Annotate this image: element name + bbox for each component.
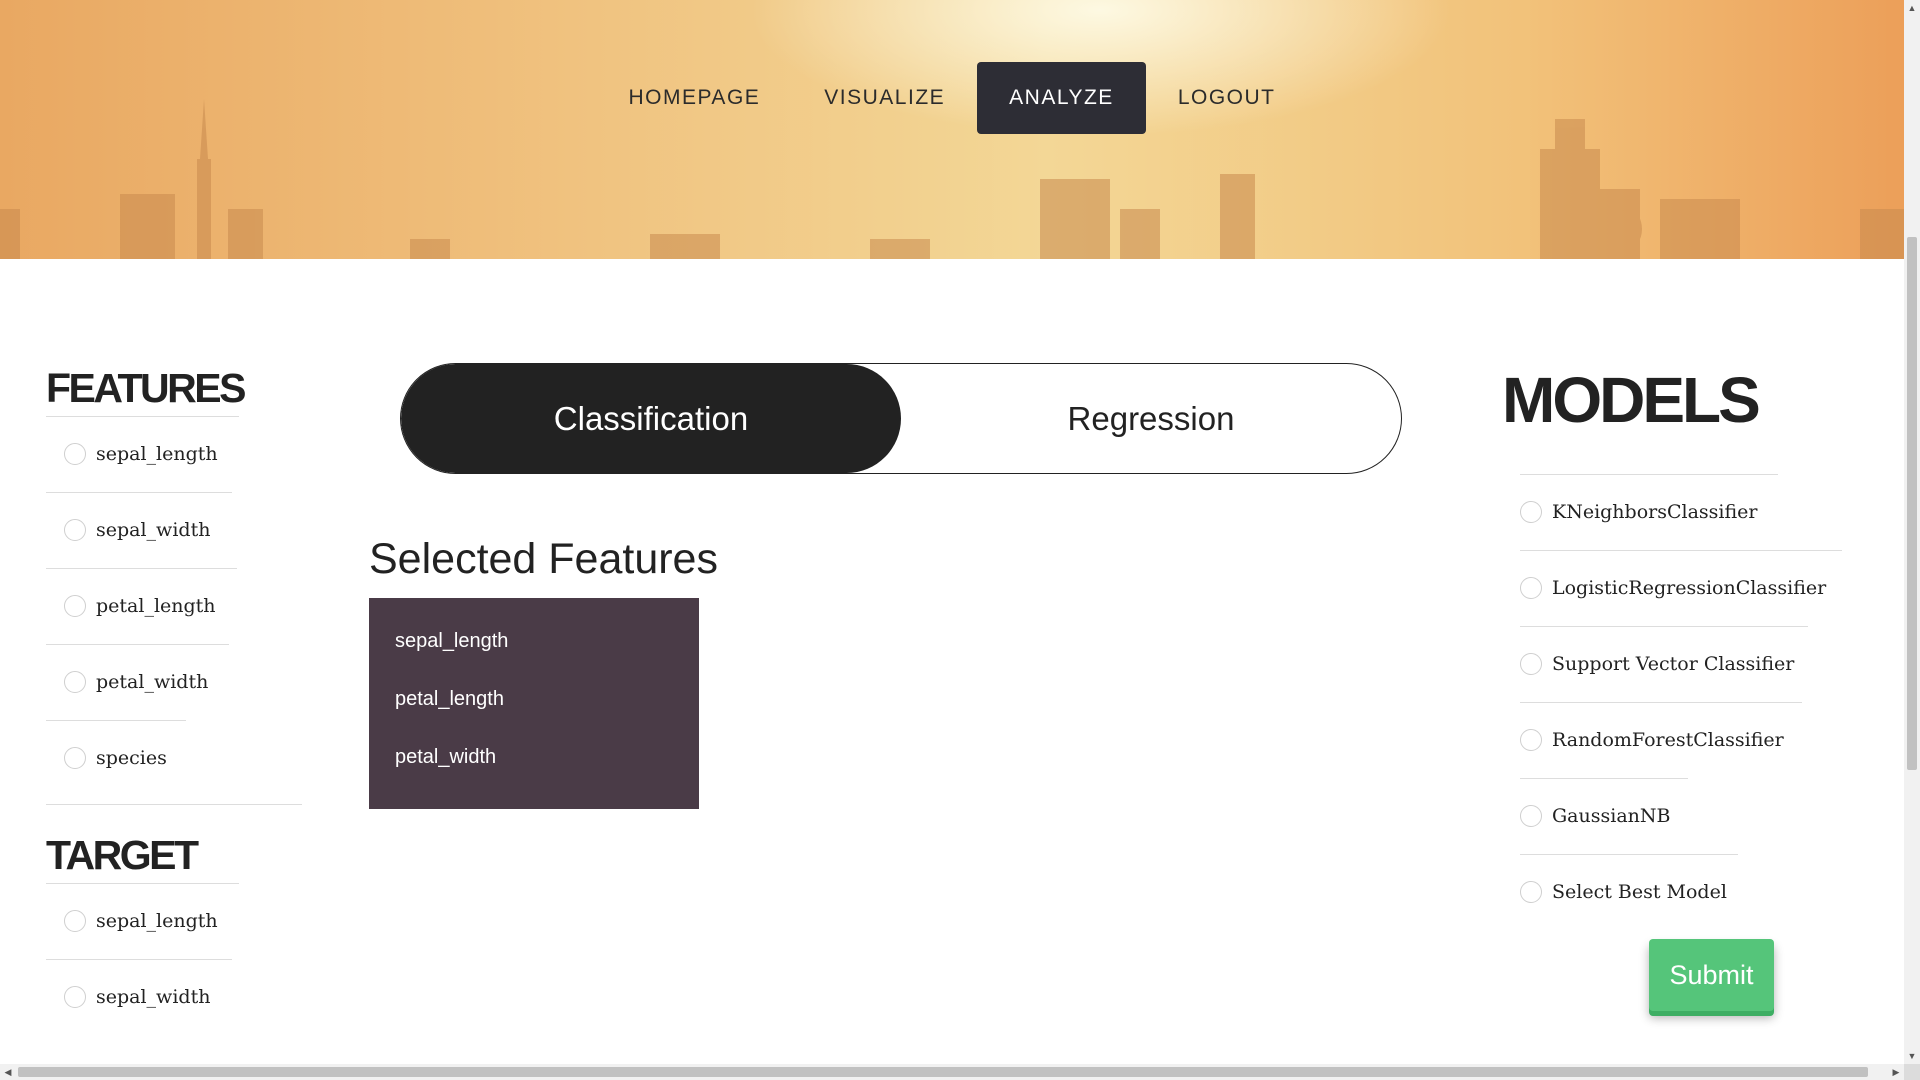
scroll-up-arrow-icon[interactable]: ▲ [1904,0,1920,16]
radio-button[interactable] [64,671,86,693]
radio-button[interactable] [1520,729,1542,751]
radio-button[interactable] [1520,577,1542,599]
selected-feature-item: sepal_length [395,630,509,652]
selected-feature-item: petal_width [395,746,497,768]
feature-option[interactable]: petal_width [46,644,306,720]
radio-button[interactable] [1520,881,1542,903]
target-list: sepal_length sepal_width [46,883,306,1035]
model-label: KNeighborsClassifier [1552,501,1758,523]
feature-option[interactable]: sepal_width [46,492,306,568]
model-label: GaussianNB [1552,805,1671,827]
feature-label: petal_width [96,671,209,693]
horizontal-scrollbar[interactable]: ◀ ▶ [0,1064,1904,1080]
radio-button[interactable] [64,519,86,541]
radio-button[interactable] [64,910,86,932]
scroll-left-arrow-icon[interactable]: ◀ [0,1064,16,1080]
nav-visualize[interactable]: VISUALIZE [792,62,977,134]
nav-analyze[interactable]: ANALYZE [977,62,1146,134]
target-option[interactable]: sepal_width [46,959,306,1035]
model-label: Select Best Model [1552,881,1727,903]
vertical-scrollbar[interactable]: ▲ ▼ [1904,0,1920,1064]
model-option[interactable]: LogisticRegressionClassifier [1520,550,1882,626]
target-label: sepal_width [96,986,211,1008]
model-label: LogisticRegressionClassifier [1552,577,1827,599]
radio-button[interactable] [64,443,86,465]
scroll-right-arrow-icon[interactable]: ▶ [1888,1064,1904,1080]
divider [46,804,302,805]
radio-button[interactable] [1520,805,1542,827]
submit-button[interactable]: Submit [1649,939,1774,1011]
features-list: sepal_length sepal_width petal_length pe… [46,416,306,796]
scroll-thumb[interactable] [1907,237,1917,770]
models-panel: MODELS KNeighborsClassifier LogisticRegr… [1502,360,1882,930]
radio-button[interactable] [1520,501,1542,523]
left-sidebar: FEATURES sepal_length sepal_width petal_… [46,360,306,1035]
scroll-down-arrow-icon[interactable]: ▼ [1904,1048,1920,1064]
nav-logout[interactable]: LOGOUT [1146,62,1308,134]
radio-button[interactable] [1520,653,1542,675]
selected-feature-item: petal_length [395,688,504,710]
model-label: Support Vector Classifier [1552,653,1795,675]
feature-option[interactable]: sepal_length [46,416,306,492]
models-list: KNeighborsClassifier LogisticRegressionC… [1520,474,1882,930]
regression-toggle[interactable]: Regression [901,364,1401,473]
target-title: TARGET [46,832,199,878]
target-label: sepal_length [96,910,218,932]
classification-toggle[interactable]: Classification [401,364,901,473]
models-title: MODELS [1502,364,1761,436]
feature-label: sepal_width [96,519,211,541]
target-option[interactable]: sepal_length [46,883,306,959]
model-option[interactable]: KNeighborsClassifier [1520,474,1882,550]
radio-button[interactable] [64,595,86,617]
model-option[interactable]: RandomForestClassifier [1520,702,1882,778]
model-option[interactable]: Support Vector Classifier [1520,626,1882,702]
selected-features-box: sepal_length petal_length petal_width [369,598,699,809]
feature-label: petal_length [96,595,216,617]
model-label: RandomForestClassifier [1552,729,1784,751]
feature-option[interactable]: species [46,720,306,796]
feature-option[interactable]: petal_length [46,568,306,644]
radio-button[interactable] [64,986,86,1008]
features-title: FEATURES [46,365,246,411]
scroll-thumb[interactable] [18,1067,1868,1077]
feature-label: sepal_length [96,443,218,465]
radio-button[interactable] [64,747,86,769]
scrollbar-corner [1904,1064,1920,1080]
model-option[interactable]: Select Best Model [1520,854,1882,930]
model-option[interactable]: GaussianNB [1520,778,1882,854]
header-banner: HOMEPAGE VISUALIZE ANALYZE LOGOUT [0,0,1904,259]
nav-homepage[interactable]: HOMEPAGE [596,62,792,134]
feature-label: species [96,747,167,769]
mode-toggle: Classification Regression [400,363,1402,474]
main-nav: HOMEPAGE VISUALIZE ANALYZE LOGOUT [0,0,1904,259]
selected-features-title: Selected Features [369,535,718,583]
